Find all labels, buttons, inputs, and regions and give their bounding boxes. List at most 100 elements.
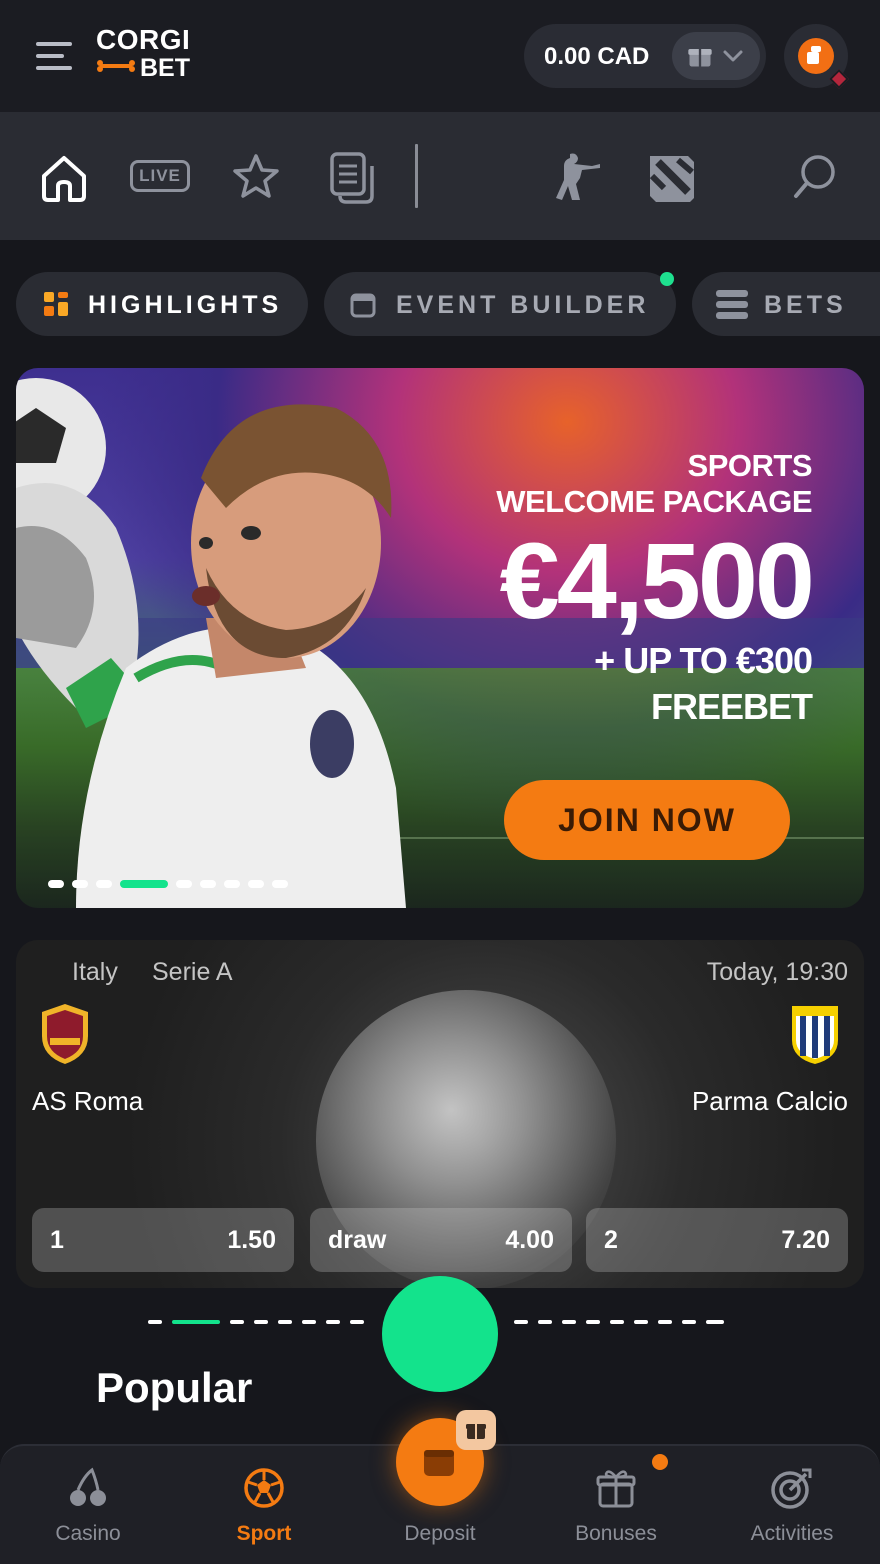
tab-highlights-label: HIGHLIGHTS bbox=[88, 291, 283, 319]
odds-button-draw[interactable]: draw 4.00 bbox=[310, 1208, 572, 1272]
corgibet-logo[interactable]: CORGI BET bbox=[96, 24, 206, 84]
menu-icon[interactable] bbox=[36, 40, 76, 72]
parma-calcio-crest-icon bbox=[792, 1006, 838, 1064]
user-avatar[interactable] bbox=[784, 24, 849, 89]
slide-dot-active[interactable] bbox=[120, 880, 168, 888]
nav-activities-label: Activities bbox=[750, 1522, 834, 1545]
calendar-icon bbox=[350, 293, 376, 318]
nav-activities[interactable]: Activities bbox=[704, 1446, 880, 1564]
nav-casino[interactable]: Casino bbox=[0, 1446, 176, 1564]
home-icon[interactable] bbox=[40, 140, 88, 212]
nav-bonuses[interactable]: Bonuses bbox=[528, 1446, 704, 1564]
slide-dash[interactable] bbox=[254, 1320, 268, 1324]
slide-dot[interactable] bbox=[248, 880, 264, 888]
gift-icon bbox=[596, 1470, 636, 1508]
slide-dash[interactable] bbox=[326, 1320, 340, 1324]
gift-icon bbox=[466, 1424, 486, 1439]
counter-strike-icon[interactable] bbox=[550, 140, 606, 212]
tab-event-builder-label: EVENT BUILDER bbox=[396, 291, 650, 319]
slide-dash[interactable] bbox=[682, 1320, 696, 1324]
list-icon bbox=[716, 290, 748, 319]
nav-sport[interactable]: Sport bbox=[176, 1446, 352, 1564]
dota-icon[interactable] bbox=[644, 140, 700, 212]
goalkeeper-image bbox=[16, 378, 406, 908]
promo-banner[interactable]: SPORTS WELCOME PACKAGE €4,500 + UP TO €3… bbox=[16, 368, 864, 908]
slide-dot[interactable] bbox=[96, 880, 112, 888]
slide-dash[interactable] bbox=[350, 1320, 364, 1324]
odds-value: 4.00 bbox=[505, 1226, 554, 1254]
banner-line-2: WELCOME PACKAGE bbox=[496, 484, 812, 519]
slide-dot[interactable] bbox=[176, 880, 192, 888]
slide-dash[interactable] bbox=[148, 1320, 162, 1324]
banner-amount: €4,500 bbox=[499, 520, 815, 641]
chevron-down-icon bbox=[723, 50, 743, 62]
balance-amount: 0.00 CAD bbox=[544, 43, 650, 70]
slide-dot[interactable] bbox=[48, 880, 64, 888]
search-icon[interactable] bbox=[790, 140, 838, 212]
slide-dot[interactable] bbox=[272, 880, 288, 888]
odds-label: 2 bbox=[604, 1226, 618, 1254]
slide-dash[interactable] bbox=[658, 1320, 672, 1324]
slide-dash[interactable] bbox=[562, 1320, 576, 1324]
match-league: Serie A bbox=[152, 958, 233, 986]
banner-line-4: FREEBET bbox=[650, 686, 813, 727]
betslip-icon[interactable] bbox=[328, 140, 376, 212]
slide-dash[interactable] bbox=[634, 1320, 648, 1324]
join-now-button[interactable]: JOIN NOW bbox=[504, 780, 790, 860]
deposit-gift-badge bbox=[456, 1410, 496, 1450]
nav-divider bbox=[415, 144, 418, 208]
balance-dropdown-button[interactable] bbox=[672, 32, 760, 80]
logo-text-top: CORGI bbox=[96, 24, 191, 55]
star-icon[interactable] bbox=[230, 140, 282, 212]
home-team-name: AS Roma bbox=[32, 1086, 144, 1116]
tab-bets[interactable]: BETS bbox=[692, 272, 880, 336]
slide-dash[interactable] bbox=[706, 1320, 724, 1324]
slide-dash[interactable] bbox=[586, 1320, 600, 1324]
touch-indicator bbox=[382, 1276, 498, 1392]
match-time: Today, 19:30 bbox=[706, 958, 848, 986]
slide-dash[interactable] bbox=[278, 1320, 292, 1324]
slide-dash[interactable] bbox=[302, 1320, 316, 1324]
odds-button-home[interactable]: 1 1.50 bbox=[32, 1208, 294, 1272]
slide-dot[interactable] bbox=[72, 880, 88, 888]
slide-dash[interactable] bbox=[538, 1320, 552, 1324]
match-country: Italy bbox=[72, 958, 118, 986]
live-button[interactable]: LIVE bbox=[130, 140, 190, 212]
soccer-ball-icon bbox=[244, 1468, 284, 1508]
avatar-image bbox=[798, 38, 834, 74]
as-roma-crest-icon bbox=[42, 1004, 88, 1064]
gift-icon bbox=[688, 49, 712, 67]
slide-dot[interactable] bbox=[224, 880, 240, 888]
slide-dash[interactable] bbox=[514, 1320, 528, 1324]
odds-value: 1.50 bbox=[227, 1226, 276, 1254]
grid-icon bbox=[44, 292, 68, 316]
logo-text-bottom: BET bbox=[140, 54, 190, 82]
wallet-icon bbox=[424, 1450, 454, 1476]
odds-button-away[interactable]: 2 7.20 bbox=[586, 1208, 848, 1272]
bonuses-notification-dot bbox=[652, 1454, 668, 1470]
odds-value: 7.20 bbox=[781, 1226, 830, 1254]
away-team-name: Parma Calcio bbox=[691, 1086, 848, 1116]
section-title-popular: Popular bbox=[96, 1364, 253, 1411]
nav-casino-label: Casino bbox=[55, 1522, 121, 1545]
bone-icon bbox=[97, 60, 135, 72]
nav-sport-label: Sport bbox=[236, 1522, 292, 1545]
tab-event-builder[interactable]: EVENT BUILDER bbox=[324, 272, 676, 336]
live-label: LIVE bbox=[139, 166, 181, 185]
top-bar: CORGI BET 0.00 CAD bbox=[0, 0, 880, 112]
tab-highlights[interactable]: HIGHLIGHTS bbox=[16, 272, 308, 336]
banner-line-1: SPORTS bbox=[687, 448, 813, 483]
nav-deposit-label: Deposit bbox=[404, 1522, 476, 1545]
sport-quick-nav: LIVE bbox=[0, 112, 880, 240]
nav-bonuses-label: Bonuses bbox=[575, 1522, 657, 1545]
slide-dash[interactable] bbox=[230, 1320, 244, 1324]
banner-line-3: + UP TO €300 bbox=[594, 640, 813, 681]
odds-label: draw bbox=[328, 1226, 387, 1254]
balance-widget[interactable]: 0.00 CAD bbox=[524, 24, 766, 88]
slide-dash[interactable] bbox=[610, 1320, 624, 1324]
target-icon bbox=[771, 1468, 812, 1509]
slide-dot[interactable] bbox=[200, 880, 216, 888]
featured-match-card[interactable]: Italy Serie A Today, 19:30 AS Roma Parma… bbox=[16, 940, 864, 1288]
corgi-avatar-icon bbox=[807, 46, 821, 64]
slide-dash-active[interactable] bbox=[172, 1320, 220, 1324]
